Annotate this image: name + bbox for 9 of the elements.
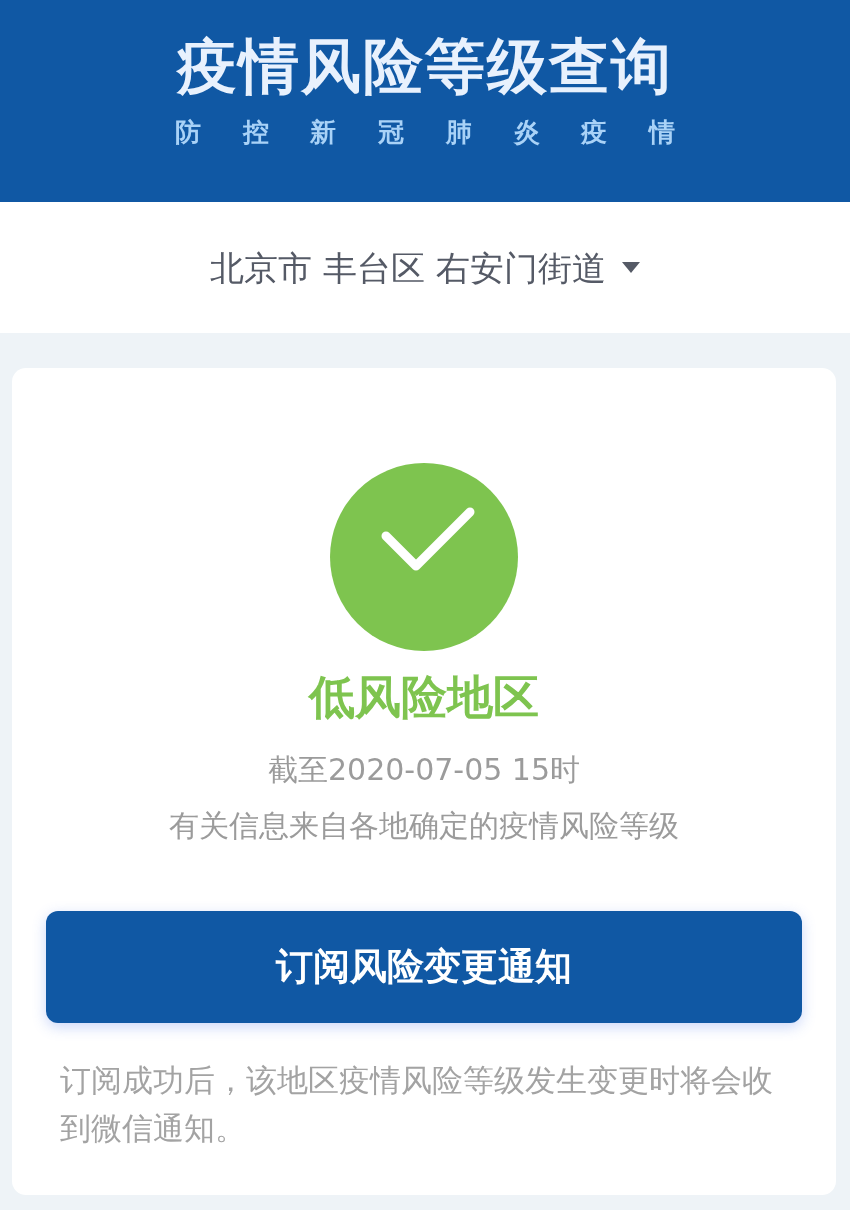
caret-icon bbox=[621, 262, 640, 273]
source-note: 有关信息来自各地确定的疫情风险等级 bbox=[169, 807, 679, 845]
page-subtitle: 防 控 新 冠 肺 炎 疫 情 bbox=[175, 116, 675, 149]
subscribe-button[interactable]: 订阅风险变更通知 bbox=[46, 911, 802, 1023]
update-time: 截至2020-07-05 15时 bbox=[267, 751, 581, 789]
subscribe-hint: 订阅成功后，该地区疫情风险等级发生变更时将会收到微信通知。 bbox=[59, 1061, 774, 1148]
risk-level-label: 低风险地区 bbox=[309, 669, 539, 725]
page-title: 疫情风险等级查询 bbox=[177, 30, 673, 102]
location-selector[interactable]: 北京市 丰台区 右安门街道 bbox=[210, 245, 640, 290]
